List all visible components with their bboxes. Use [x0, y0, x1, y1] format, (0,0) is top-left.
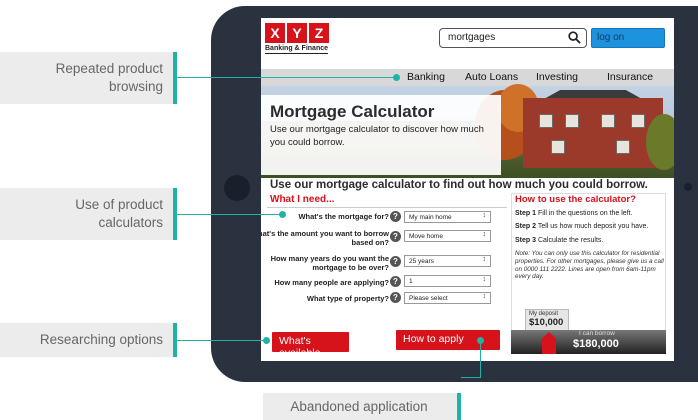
hero-description: Use our mortgage calculator to discover … — [270, 124, 484, 148]
whats-available-button[interactable]: What's available — [272, 332, 349, 359]
step-text: Calculate the results. — [537, 237, 604, 244]
calculator-note: Note: You can only use this calculator f… — [515, 250, 664, 281]
step-number: Step 3 — [515, 237, 537, 244]
connector-line — [177, 77, 396, 78]
nav-item-auto-loans[interactable]: Auto Loans — [465, 71, 518, 83]
divider — [267, 207, 507, 208]
connector-line — [461, 377, 481, 378]
nav-item-banking[interactable]: Banking — [407, 71, 445, 83]
step-text: Tell us how much deposit you have. — [537, 223, 649, 230]
help-icon[interactable]: ? — [390, 231, 401, 242]
step-item: Step 3 Calculate the results. — [515, 237, 665, 244]
website-screen: X Y Z Banking & Finance mortgages log on… — [261, 18, 674, 361]
connector-line — [177, 214, 282, 215]
callout-text: Repeated product browsing — [55, 61, 163, 94]
log-on-button[interactable]: log on — [591, 28, 665, 48]
help-icon[interactable]: ? — [390, 276, 401, 287]
logo-letter: X — [265, 23, 285, 43]
question-label: What type of property? — [306, 294, 389, 303]
house-window — [631, 114, 645, 128]
step-item: Step 2 Tell us how much deposit you have… — [515, 223, 665, 230]
callout-text: Abandoned application — [290, 399, 428, 414]
property-type-select[interactable]: Please select — [404, 292, 491, 304]
step-text: Fill in the questions on the left. — [537, 210, 633, 217]
page-headline: Use our mortgage calculator to find out … — [270, 179, 648, 191]
step-item: Step 1 Fill in the questions on the left… — [515, 210, 665, 217]
house-window — [551, 140, 565, 154]
search-icon[interactable] — [568, 31, 581, 44]
nav-item-insurance[interactable]: Insurance — [607, 71, 653, 83]
connector-line — [480, 341, 481, 378]
camera-lens — [684, 183, 692, 191]
help-icon[interactable]: ? — [390, 292, 401, 303]
logo-letter: Z — [309, 23, 329, 43]
home-button — [224, 175, 250, 201]
applicants-select[interactable]: 1 — [404, 275, 491, 287]
connector-dot — [393, 74, 400, 81]
house-image — [523, 98, 663, 168]
help-icon[interactable]: ? — [390, 211, 401, 222]
house-window — [616, 140, 630, 154]
borrow-label: I can borrow — [579, 330, 615, 337]
brand-tagline: Banking & Finance — [265, 45, 329, 54]
house-window — [565, 114, 579, 128]
callout-researching-options: Researching options — [0, 323, 177, 357]
callout-abandoned-application: Abandoned application — [263, 393, 461, 420]
deposit-value: $10,000 — [529, 317, 564, 328]
search-value: mortgages — [448, 32, 496, 43]
connector-dot — [477, 337, 484, 344]
search-input[interactable]: mortgages — [439, 28, 587, 48]
question-label: What's the amount you want to borrow bas… — [261, 229, 389, 247]
help-icon[interactable]: ? — [390, 256, 401, 267]
question-label: How many years do you want the mortgage … — [270, 254, 389, 272]
tree-green — [646, 114, 674, 170]
callout-text: Researching options — [39, 332, 163, 347]
house-window — [601, 114, 615, 128]
how-to-apply-button[interactable]: How to apply — [396, 330, 500, 350]
callout-text: Use of product calculators — [75, 197, 163, 230]
mortgage-purpose-select[interactable]: My main home — [404, 211, 491, 223]
step-number: Step 1 — [515, 210, 537, 217]
borrow-value: $180,000 — [573, 338, 619, 350]
brand-logo[interactable]: X Y Z — [265, 23, 329, 43]
house-window — [539, 114, 553, 128]
logo-letter: Y — [287, 23, 307, 43]
nav-item-investing[interactable]: Investing — [536, 71, 578, 83]
form-title: What I need... — [270, 194, 335, 205]
term-years-select[interactable]: 25 years — [404, 255, 491, 267]
question-label: How many people are applying? — [274, 278, 389, 287]
step-number: Step 2 — [515, 223, 537, 230]
connector-line — [177, 340, 267, 341]
connector-dot — [279, 211, 286, 218]
callout-product-calculators: Use of product calculators — [0, 188, 177, 240]
connector-dot — [263, 337, 270, 344]
panel-title: How to use the calculator? — [515, 194, 636, 205]
borrow-basis-select[interactable]: Move home — [404, 230, 491, 242]
callout-repeated-browsing: Repeated product browsing — [0, 52, 177, 104]
hero-title: Mortgage Calculator — [270, 102, 435, 121]
